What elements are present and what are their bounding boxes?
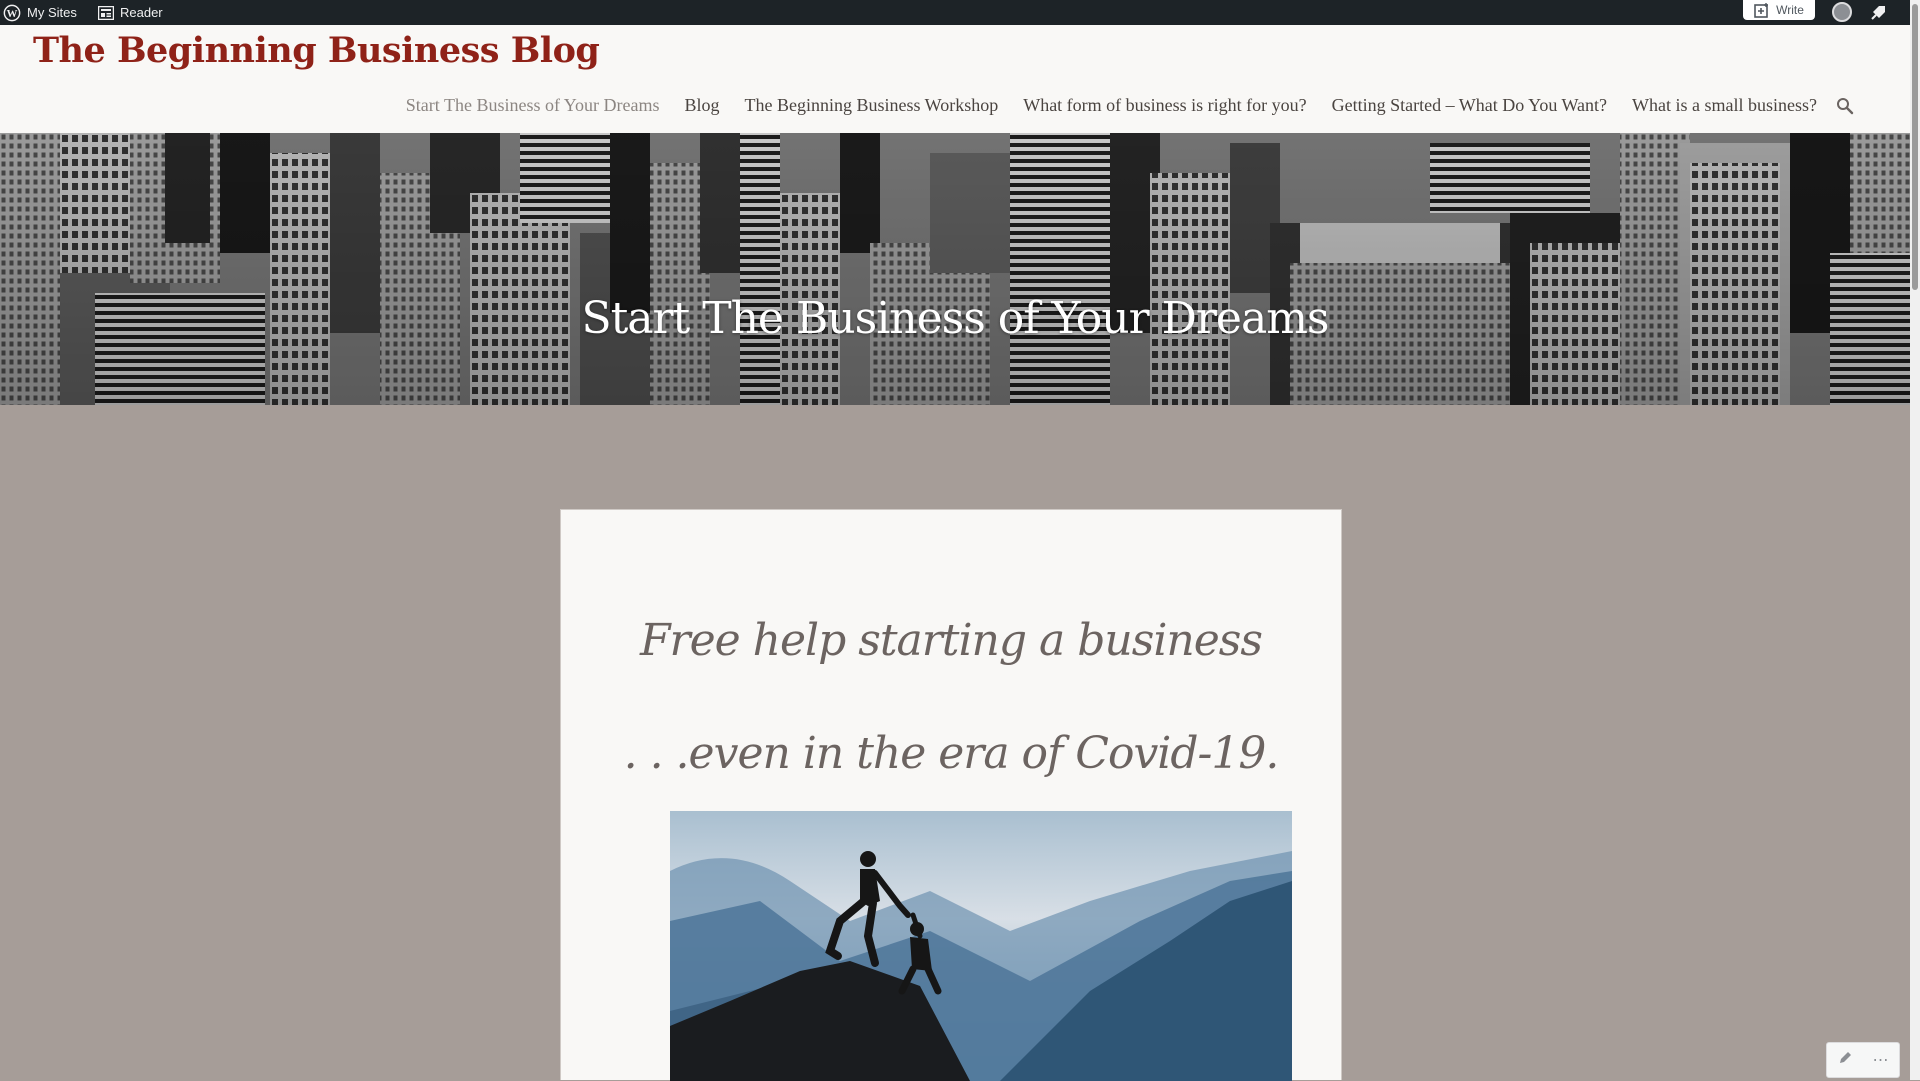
wordpress-icon: W [3,4,21,21]
primary-nav: Start The Business of Your Dreams Blog T… [406,95,1854,116]
nav-item-small-business[interactable]: What is a small business? [1632,95,1817,116]
my-sites-menu[interactable]: W My Sites [3,0,77,25]
admin-bar: W My Sites Reader Write [0,0,1910,25]
write-button[interactable]: Write [1743,0,1815,20]
headline-free-help: Free help starting a business [640,615,1263,666]
nav-item-start-business[interactable]: Start The Business of Your Dreams [406,95,660,116]
floating-actions: ⋯ [1826,1042,1900,1078]
nav-item-blog[interactable]: Blog [684,95,719,116]
reader-label: Reader [120,5,163,20]
svg-text:W: W [7,8,18,20]
search-icon[interactable] [1836,97,1854,115]
notifications-icon[interactable] [1870,3,1888,21]
page-scrollbar[interactable] [1910,0,1920,1080]
avatar[interactable] [1832,2,1852,22]
nav-item-business-form[interactable]: What form of business is right for you? [1023,95,1306,116]
more-options-icon[interactable]: ⋯ [1873,1050,1889,1070]
site-header: The Beginning Business Blog Start The Bu… [0,25,1910,133]
new-post-icon [1754,2,1769,18]
nav-item-workshop[interactable]: The Beginning Business Workshop [744,95,998,116]
write-label: Write [1776,3,1804,17]
content-card: Free help starting a business . . .even … [560,509,1342,1081]
hero-banner: Start The Business of Your Dreams [0,133,1910,405]
reader-menu[interactable]: Reader [98,0,163,25]
scrollbar-thumb[interactable] [1912,4,1918,290]
city-skyline-image [0,133,1910,405]
reader-icon [98,5,114,20]
mountain-climbers-image [670,811,1292,1081]
headline-covid: . . .even in the era of Covid-19. [623,728,1280,779]
nav-item-getting-started[interactable]: Getting Started – What Do You Want? [1332,95,1607,116]
edit-pencil-icon[interactable] [1838,1051,1852,1070]
site-title[interactable]: The Beginning Business Blog [33,30,600,71]
my-sites-label: My Sites [27,5,77,20]
hero-title: Start The Business of Your Dreams [581,293,1329,344]
